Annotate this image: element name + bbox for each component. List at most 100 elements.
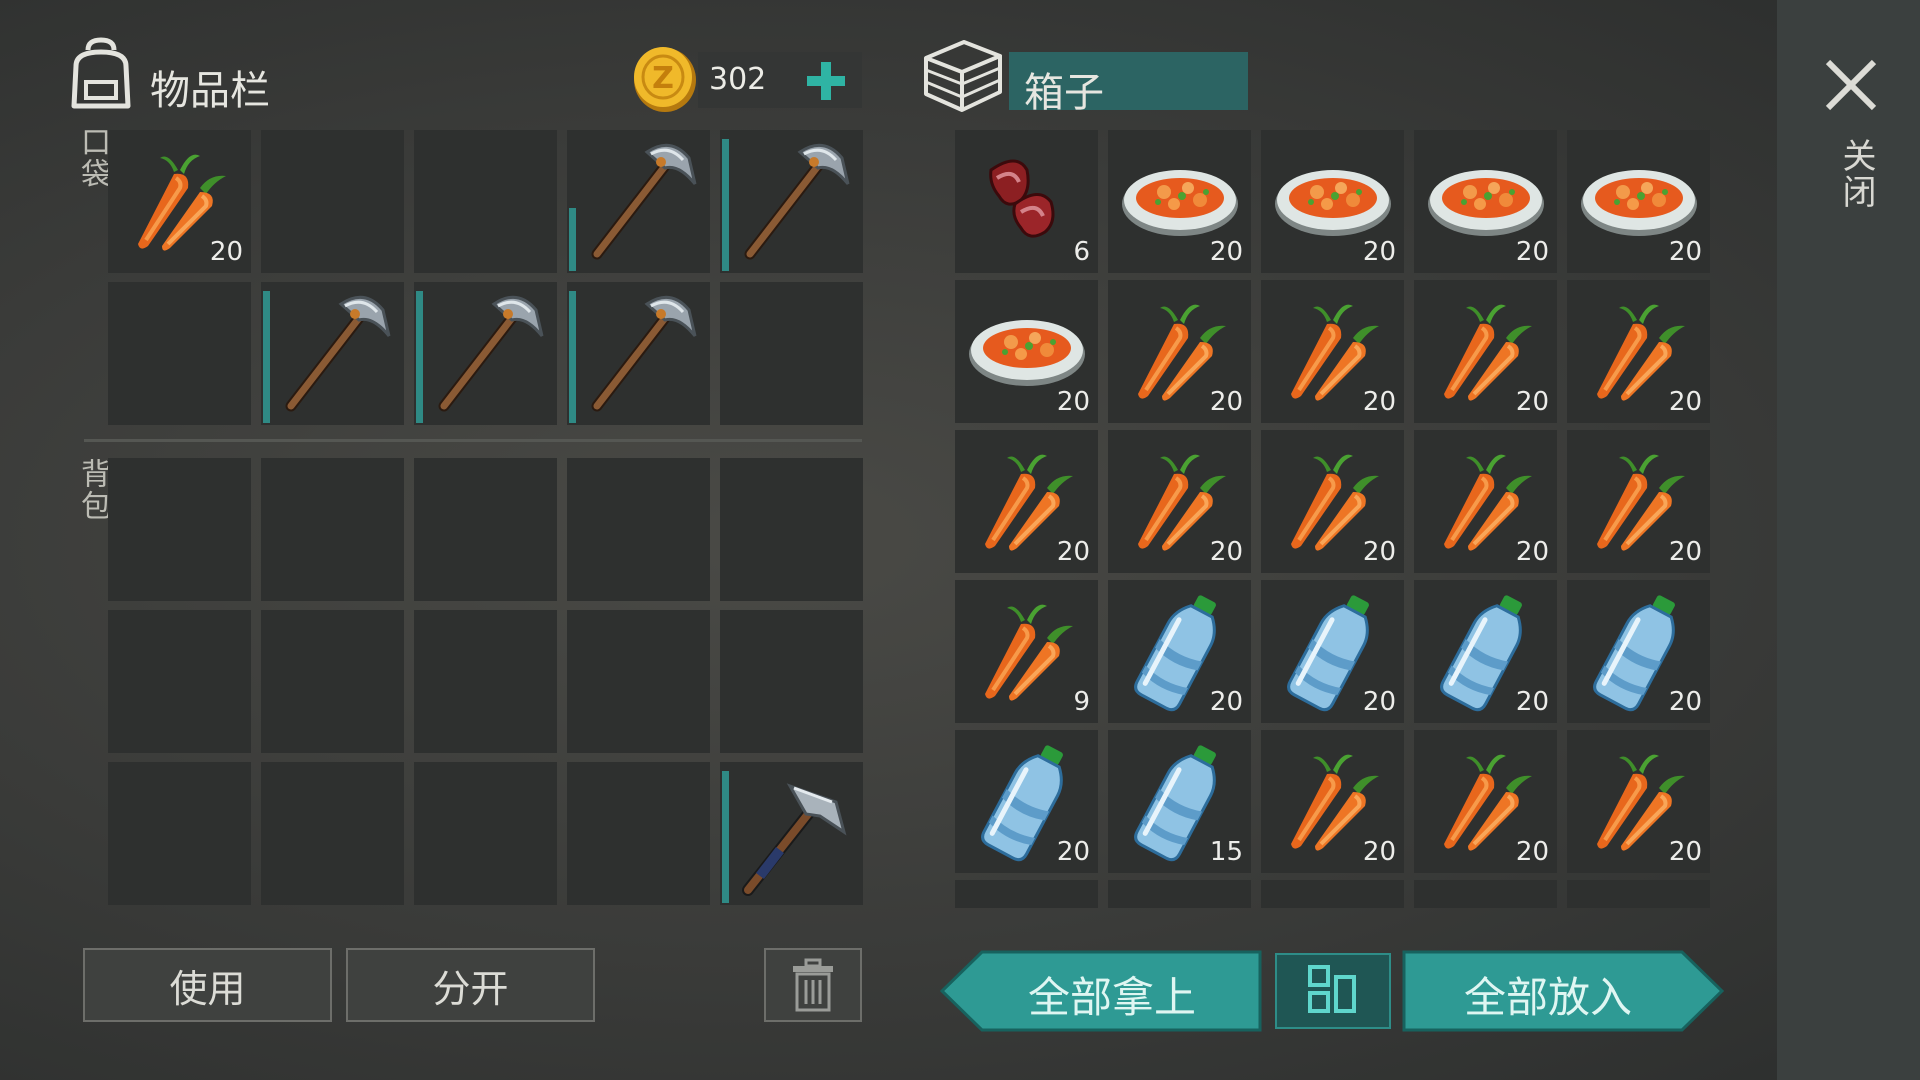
chest-slot[interactable]: 20 (1261, 130, 1404, 273)
take-all-button[interactable]: 全部拿上 (940, 950, 1262, 1032)
chest-slot-partial[interactable] (1414, 880, 1557, 908)
item-count: 20 (1668, 537, 1702, 567)
chest-slot[interactable]: 20 (1567, 730, 1710, 873)
durability-bar (416, 291, 423, 423)
chest-slot[interactable]: 20 (1414, 730, 1557, 873)
durability-bar (263, 291, 270, 423)
chest-slot[interactable]: 20 (1261, 730, 1404, 873)
put-all-label: 全部放入 (1464, 973, 1633, 1022)
chest-slot[interactable]: 20 (1567, 130, 1710, 273)
chest-slot-partial[interactable] (1567, 880, 1710, 908)
chest-icon (920, 36, 1004, 114)
pickaxe-icon (591, 143, 697, 260)
item-count: 20 (1362, 387, 1396, 417)
chest-slot[interactable]: 20 (1108, 130, 1251, 273)
backpack-slot[interactable] (567, 762, 710, 905)
chest-slot[interactable]: 20 (955, 430, 1098, 573)
durability-bar (722, 139, 729, 271)
backpack-slot[interactable] (108, 458, 251, 601)
chest-slot-partial[interactable] (955, 880, 1098, 908)
item-count: 20 (209, 237, 243, 267)
chest-slot[interactable]: 20 (955, 280, 1098, 423)
chest-slot[interactable]: 20 (1414, 280, 1557, 423)
backpack-slot[interactable] (108, 610, 251, 753)
item-count: 20 (1515, 537, 1549, 567)
backpack-slot[interactable] (720, 458, 863, 601)
pocket-slot[interactable] (261, 282, 404, 425)
backpack-slot[interactable] (720, 610, 863, 753)
backpack-slot[interactable] (261, 610, 404, 753)
item-count: 20 (1056, 387, 1090, 417)
close-button[interactable] (1818, 52, 1884, 118)
item-count: 20 (1056, 537, 1090, 567)
close-label[interactable]: 关闭 (1832, 138, 1881, 210)
chest-slot[interactable]: 20 (1567, 430, 1710, 573)
backpack-slot[interactable] (720, 762, 863, 905)
chest-slot[interactable]: 9 (955, 580, 1098, 723)
backpack-slot[interactable] (414, 458, 557, 601)
pocket-slot[interactable]: 20 (108, 130, 251, 273)
pocket-slot[interactable] (261, 130, 404, 273)
add-coins-button[interactable] (800, 56, 852, 106)
item-count: 20 (1668, 387, 1702, 417)
pocket-slot[interactable] (567, 130, 710, 273)
chest-slot[interactable]: 20 (955, 730, 1098, 873)
sort-button[interactable] (1275, 953, 1391, 1029)
pocket-slot[interactable] (414, 282, 557, 425)
chest-slot[interactable]: 20 (1414, 580, 1557, 723)
chest-title: 箱子 (1024, 70, 1104, 116)
item-count: 20 (1362, 687, 1396, 717)
pocket-slot[interactable] (720, 130, 863, 273)
section-divider (84, 439, 862, 442)
chest-slot-partial[interactable] (1261, 880, 1404, 908)
backpack-slot[interactable] (414, 762, 557, 905)
pocket-slot[interactable] (720, 282, 863, 425)
chest-slot-partial[interactable] (1108, 880, 1251, 908)
item-count: 20 (1209, 687, 1243, 717)
backpack-slot[interactable] (567, 610, 710, 753)
chest-slot[interactable]: 20 (1261, 580, 1404, 723)
item-count: 20 (1209, 387, 1243, 417)
trash-icon (793, 958, 833, 1012)
item-count: 20 (1668, 237, 1702, 267)
pocket-slot[interactable] (414, 130, 557, 273)
item-count: 20 (1668, 687, 1702, 717)
chest-slot[interactable]: 20 (1567, 580, 1710, 723)
use-button[interactable]: 使用 (83, 948, 332, 1022)
chest-slot[interactable]: 20 (1261, 430, 1404, 573)
svg-text:Z: Z (652, 61, 674, 96)
chest-slot[interactable]: 15 (1108, 730, 1251, 873)
item-count: 20 (1515, 387, 1549, 417)
chest-slot[interactable]: 20 (1108, 580, 1251, 723)
chest-slot[interactable]: 20 (1567, 280, 1710, 423)
item-count: 20 (1362, 837, 1396, 867)
item-count: 9 (1073, 687, 1090, 717)
chest-slot[interactable]: 6 (955, 130, 1098, 273)
item-count: 15 (1209, 837, 1243, 867)
pickaxe-icon (744, 143, 850, 260)
backpack-slot[interactable] (261, 458, 404, 601)
durability-bar (569, 291, 576, 423)
put-all-button[interactable]: 全部放入 (1402, 950, 1724, 1032)
backpack-icon (66, 36, 136, 112)
backpack-slot[interactable] (108, 762, 251, 905)
item-count: 20 (1515, 237, 1549, 267)
pocket-slot[interactable] (567, 282, 710, 425)
item-count: 20 (1515, 837, 1549, 867)
backpack-slot[interactable] (567, 458, 710, 601)
durability-bar (569, 208, 576, 271)
chest-slot[interactable]: 20 (1108, 280, 1251, 423)
chest-slot[interactable]: 20 (1414, 430, 1557, 573)
trash-button[interactable] (764, 948, 862, 1022)
durability-bar (722, 771, 729, 903)
chest-slot[interactable]: 20 (1108, 430, 1251, 573)
coin-icon: Z (632, 44, 698, 114)
backpack-slot[interactable] (414, 610, 557, 753)
chest-slot[interactable]: 20 (1261, 280, 1404, 423)
pocket-slot[interactable] (108, 282, 251, 425)
item-count: 20 (1056, 837, 1090, 867)
split-button[interactable]: 分开 (346, 948, 595, 1022)
chest-slot[interactable]: 20 (1414, 130, 1557, 273)
backpack-slot[interactable] (261, 762, 404, 905)
close-icon (1825, 59, 1877, 111)
